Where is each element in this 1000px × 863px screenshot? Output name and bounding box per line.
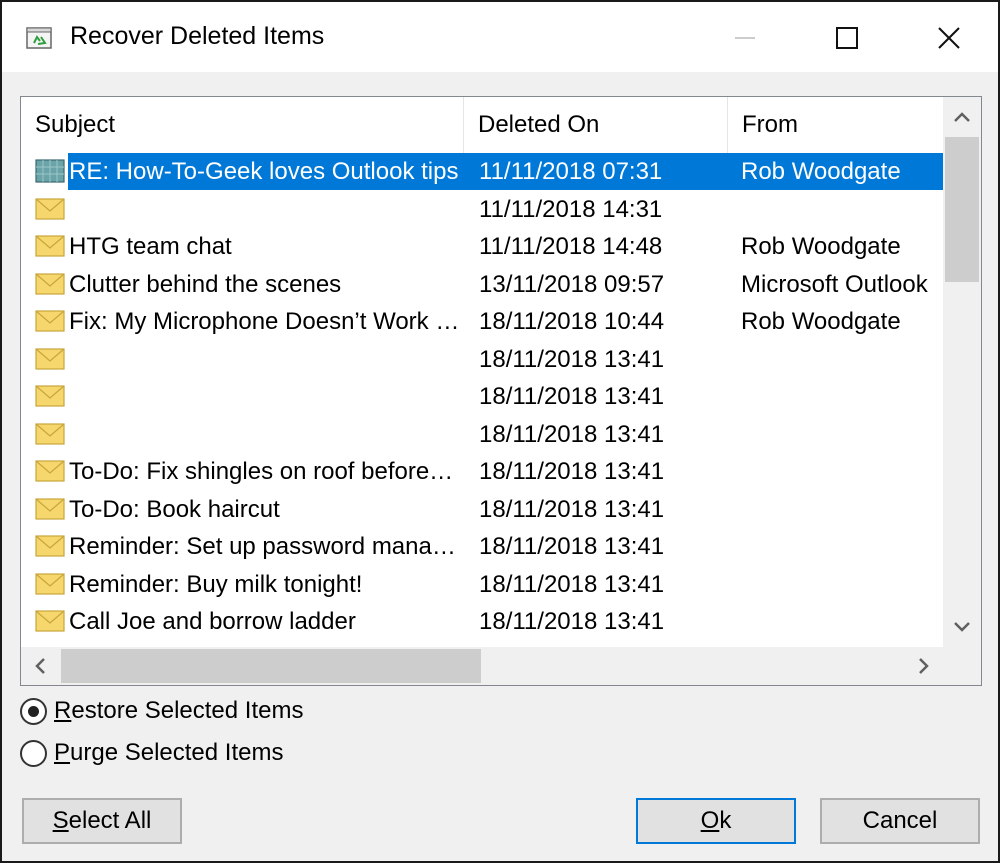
row-subject: RE: How-To-Geek loves Outlook tips (69, 158, 459, 185)
window-title: Recover Deleted Items (70, 22, 325, 50)
scroll-left-button[interactable] (21, 647, 61, 685)
radio-button-circle[interactable] (20, 740, 47, 767)
row-deleted-on: 11/11/2018 07:31 (479, 158, 663, 185)
purge-option-label[interactable]: Purge Selected Items (54, 738, 283, 768)
ok-button[interactable]: Ok (636, 798, 796, 844)
list-rows: RE: How-To-Geek loves Outlook tips 11/11/… (21, 153, 943, 647)
purge-label-text: urge Selected Items (70, 739, 284, 766)
purge-selected-items-radio[interactable]: Purge Selected Items (20, 738, 320, 768)
column-header-deleted-on[interactable]: Deleted On (464, 97, 728, 153)
row-deleted-on: 11/11/2018 14:31 (479, 195, 663, 223)
scroll-down-button[interactable] (943, 607, 981, 647)
select-all-mnemonic: S (52, 807, 69, 834)
row-deleted-on: 11/11/2018 14:48 (479, 233, 663, 260)
cancel-button[interactable]: Cancel (820, 798, 980, 844)
envelope-icon (35, 235, 65, 257)
table-row[interactable]: Fix: My Microphone Doesn’t Work … 18/11/2… (21, 303, 943, 340)
radio-selected-dot (28, 706, 39, 717)
row-from: Rob Woodgate (741, 233, 901, 260)
ok-label: k (719, 807, 732, 834)
chevron-right-icon (919, 658, 929, 674)
table-row[interactable]: HTG team chat 11/11/2018 14:48 Rob Woodgat… (21, 228, 943, 265)
row-deleted-on: 13/11/2018 09:57 (479, 270, 665, 298)
restore-label-text: estore Selected Items (71, 697, 304, 724)
title-bar[interactable]: Recover Deleted Items (2, 2, 998, 72)
meeting-reply-icon (35, 159, 65, 183)
envelope-icon (35, 197, 65, 220)
row-deleted-on: 18/11/2018 13:41 (479, 458, 665, 485)
table-row[interactable]: Call Joe and borrow ladder 18/11/2018 13:… (21, 603, 943, 640)
envelope-icon (35, 347, 65, 370)
row-subject: Fix: My Microphone Doesn’t Work … (69, 308, 460, 335)
table-row[interactable]: 18/11/2018 13:41 (21, 378, 943, 415)
purge-mnemonic: P (54, 739, 71, 766)
recycle-mail-icon (26, 27, 52, 49)
chevron-down-icon (954, 622, 970, 632)
horizontal-scrollbar[interactable] (21, 647, 943, 685)
row-deleted-on: 18/11/2018 13:41 (479, 345, 665, 373)
restore-selected-items-radio[interactable]: Restore Selected Items (20, 696, 340, 726)
envelope-icon (35, 572, 65, 595)
select-all-label: elect All (68, 807, 152, 834)
maximize-button[interactable] (818, 12, 874, 62)
row-deleted-on: 18/11/2018 13:41 (479, 495, 665, 523)
row-subject: HTG team chat (69, 233, 232, 260)
recover-deleted-items-dialog: Recover Deleted Items Subject Deleted On… (0, 0, 1000, 863)
envelope-icon (35, 272, 65, 295)
table-row[interactable]: To-Do: Fix shingles on roof before… 18/11… (21, 453, 943, 490)
ok-mnemonic: O (700, 807, 720, 834)
close-icon (938, 27, 960, 49)
row-deleted-on: 18/11/2018 13:41 (479, 420, 665, 448)
horizontal-scroll-thumb[interactable] (61, 649, 481, 683)
envelope-icon (35, 385, 65, 407)
table-row[interactable]: 18/11/2018 13:41 (21, 341, 943, 378)
row-subject: To-Do: Fix shingles on roof before… (69, 458, 454, 485)
envelope-icon (35, 497, 65, 520)
row-from: Rob Woodgate (741, 158, 901, 185)
row-subject: Clutter behind the scenes (69, 270, 342, 298)
scrollbar-corner (943, 647, 981, 685)
row-subject: Call Joe and borrow ladder (69, 608, 356, 635)
row-deleted-on: 18/11/2018 13:41 (479, 570, 665, 598)
table-row[interactable]: 11/11/2018 14:31 (21, 191, 943, 228)
list-header: Subject Deleted On From (21, 97, 943, 153)
column-header-from[interactable]: From (728, 97, 943, 153)
minimize-icon (735, 37, 755, 39)
column-header-subject[interactable]: Subject (21, 97, 464, 153)
close-button[interactable] (920, 12, 976, 62)
minimize-button[interactable] (716, 12, 772, 62)
scroll-up-button[interactable] (943, 97, 981, 137)
envelope-icon (35, 610, 65, 632)
row-deleted-on: 18/11/2018 10:44 (479, 308, 665, 335)
row-subject: Reminder: Set up password mana… (69, 533, 456, 560)
select-all-button[interactable]: Select All (22, 798, 182, 844)
row-deleted-on: 18/11/2018 13:41 (479, 383, 665, 410)
row-subject: Reminder: Buy milk tonight! (69, 570, 363, 598)
table-row[interactable]: RE: How-To-Geek loves Outlook tips 11/11/… (21, 153, 943, 190)
scroll-right-button[interactable] (903, 647, 943, 685)
restore-mnemonic: R (54, 697, 72, 724)
restore-option-label[interactable]: Restore Selected Items (54, 696, 303, 726)
row-from: Rob Woodgate (741, 308, 901, 335)
deleted-items-list[interactable]: Subject Deleted On From RE: How-To-Geek … (20, 96, 982, 686)
envelope-icon (35, 460, 65, 482)
vertical-scrollbar[interactable] (943, 97, 981, 647)
row-subject: To-Do: Book haircut (69, 495, 280, 523)
table-row[interactable]: 18/11/2018 13:41 (21, 416, 943, 453)
row-deleted-on: 18/11/2018 13:41 (479, 608, 665, 635)
envelope-icon (35, 310, 65, 332)
table-row[interactable]: Reminder: Set up password mana… 18/11/201… (21, 528, 943, 565)
radio-button-circle[interactable] (20, 698, 47, 725)
table-row[interactable]: Clutter behind the scenes 13/11/2018 09:5… (21, 266, 943, 303)
envelope-icon (35, 422, 65, 445)
row-deleted-on: 18/11/2018 13:41 (479, 533, 665, 560)
vertical-scroll-thumb[interactable] (945, 137, 979, 282)
table-row[interactable]: Reminder: Buy milk tonight! 18/11/2018 13… (21, 566, 943, 603)
chevron-left-icon (35, 658, 45, 674)
chevron-up-icon (954, 112, 970, 122)
maximize-icon (836, 27, 858, 49)
row-from: Microsoft Outlook (741, 270, 928, 298)
envelope-icon (35, 535, 65, 557)
table-row[interactable]: To-Do: Book haircut 18/11/2018 13:41 (21, 491, 943, 528)
